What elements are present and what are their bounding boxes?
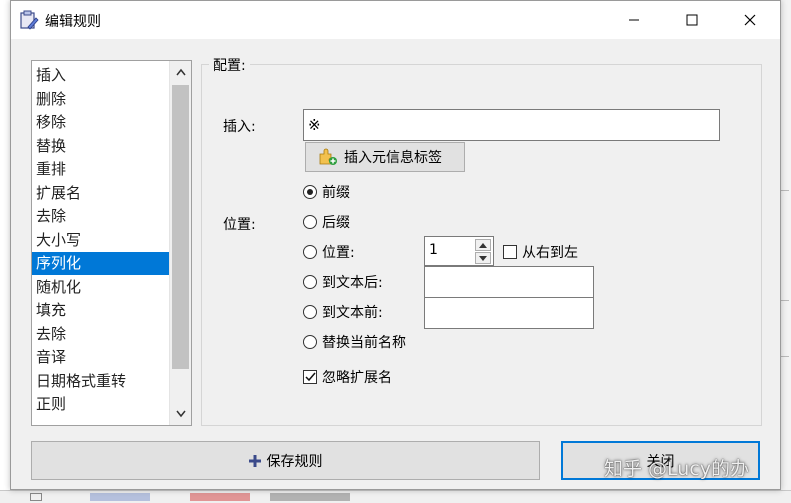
radio-prefix[interactable]: 前缀 — [303, 182, 350, 202]
checkbox-box — [503, 245, 517, 259]
radio-indicator — [303, 215, 317, 229]
radio-label: 前缀 — [322, 185, 350, 201]
radio-indicator — [303, 185, 317, 199]
radio-label: 到文本后: — [322, 275, 383, 291]
background-window-strip — [0, 490, 791, 503]
list-item[interactable]: 插入 — [32, 64, 169, 87]
list-item[interactable]: 填充 — [32, 299, 169, 322]
insert-label: 插入: — [223, 119, 256, 135]
chevron-up-icon — [175, 68, 186, 76]
radio-label: 后缀 — [322, 215, 350, 231]
after-text-input[interactable] — [424, 266, 594, 298]
checkbox-box — [303, 370, 317, 384]
plus-icon — [248, 454, 261, 467]
radio-before-text[interactable]: 到文本前: — [303, 302, 383, 322]
radio-label: 替换当前名称 — [322, 335, 406, 351]
app-icon — [20, 10, 39, 30]
maximize-button[interactable] — [667, 1, 717, 39]
config-group-title: 配置: — [209, 55, 250, 75]
insert-text-input[interactable]: ※ — [303, 109, 720, 141]
checkbox-label: 从右到左 — [522, 245, 578, 261]
ignore-extension-checkbox[interactable]: 忽略扩展名 — [303, 367, 392, 387]
radio-suffix[interactable]: 后缀 — [303, 212, 350, 232]
list-item[interactable]: 日期格式重转 — [32, 370, 169, 393]
edit-rule-dialog: 编辑规则 插入 删除 移除 替换 重排 扩展名 去除 大小写 序列化 随机化 填… — [10, 0, 781, 490]
close-icon — [744, 14, 756, 26]
spin-up-button[interactable] — [475, 239, 491, 251]
radio-replace-name[interactable]: 替换当前名称 — [303, 332, 406, 352]
before-text-input[interactable] — [424, 297, 594, 329]
radio-label: 位置: — [322, 245, 355, 261]
list-item[interactable]: 重排 — [32, 158, 169, 181]
spin-down-button[interactable] — [475, 252, 491, 264]
chevron-down-icon — [175, 410, 186, 418]
list-item[interactable]: 扩展名 — [32, 182, 169, 205]
position-label: 位置: — [223, 217, 256, 233]
title-bar: 编辑规则 — [11, 1, 780, 39]
radio-indicator — [303, 305, 317, 319]
list-item[interactable]: 替换 — [32, 135, 169, 158]
radio-indicator — [303, 335, 317, 349]
triangle-up-icon — [479, 242, 487, 248]
puzzle-add-icon — [319, 148, 337, 165]
list-item[interactable]: 删除 — [32, 88, 169, 111]
list-item[interactable]: 去除 — [32, 205, 169, 228]
radio-indicator — [303, 245, 317, 259]
insert-meta-tag-label: 插入元信息标签 — [344, 150, 442, 166]
list-item[interactable]: 去除 — [32, 323, 169, 346]
right-to-left-checkbox[interactable]: 从右到左 — [503, 242, 578, 262]
scroll-thumb[interactable] — [172, 85, 189, 369]
list-item[interactable]: 随机化 — [32, 276, 169, 299]
list-item[interactable]: 大小写 — [32, 229, 169, 252]
minimize-button[interactable] — [609, 1, 659, 39]
window-title: 编辑规则 — [45, 14, 101, 30]
radio-label: 到文本前: — [322, 305, 383, 321]
close-window-button[interactable] — [725, 1, 775, 39]
position-spinbox[interactable]: 1 — [424, 236, 494, 266]
list-item[interactable]: 音译 — [32, 346, 169, 369]
radio-after-text[interactable]: 到文本后: — [303, 272, 383, 292]
list-item[interactable]: 移除 — [32, 111, 169, 134]
list-item-selected[interactable]: 序列化 — [32, 252, 169, 275]
list-scrollbar[interactable] — [169, 61, 191, 425]
scroll-up-button[interactable] — [170, 61, 191, 83]
save-rule-label: 保存规则 — [266, 453, 323, 470]
list-item[interactable]: 正则 — [32, 393, 169, 416]
minimize-icon — [629, 19, 639, 21]
maximize-icon — [686, 14, 698, 26]
watermark: 知乎 @Lucy的办 — [604, 458, 750, 480]
radio-indicator — [303, 275, 317, 289]
triangle-down-icon — [479, 255, 487, 261]
radio-position[interactable]: 位置: — [303, 242, 355, 262]
rule-list[interactable]: 插入 删除 移除 替换 重排 扩展名 去除 大小写 序列化 随机化 填充 去除 … — [31, 60, 192, 426]
insert-meta-tag-button[interactable]: 插入元信息标签 — [305, 142, 465, 172]
checkmark-icon — [304, 372, 316, 382]
position-spin-value: 1 — [429, 242, 438, 258]
scroll-down-button[interactable] — [170, 403, 191, 425]
save-rule-button[interactable]: 保存规则 — [31, 441, 540, 480]
checkbox-label: 忽略扩展名 — [322, 370, 392, 386]
